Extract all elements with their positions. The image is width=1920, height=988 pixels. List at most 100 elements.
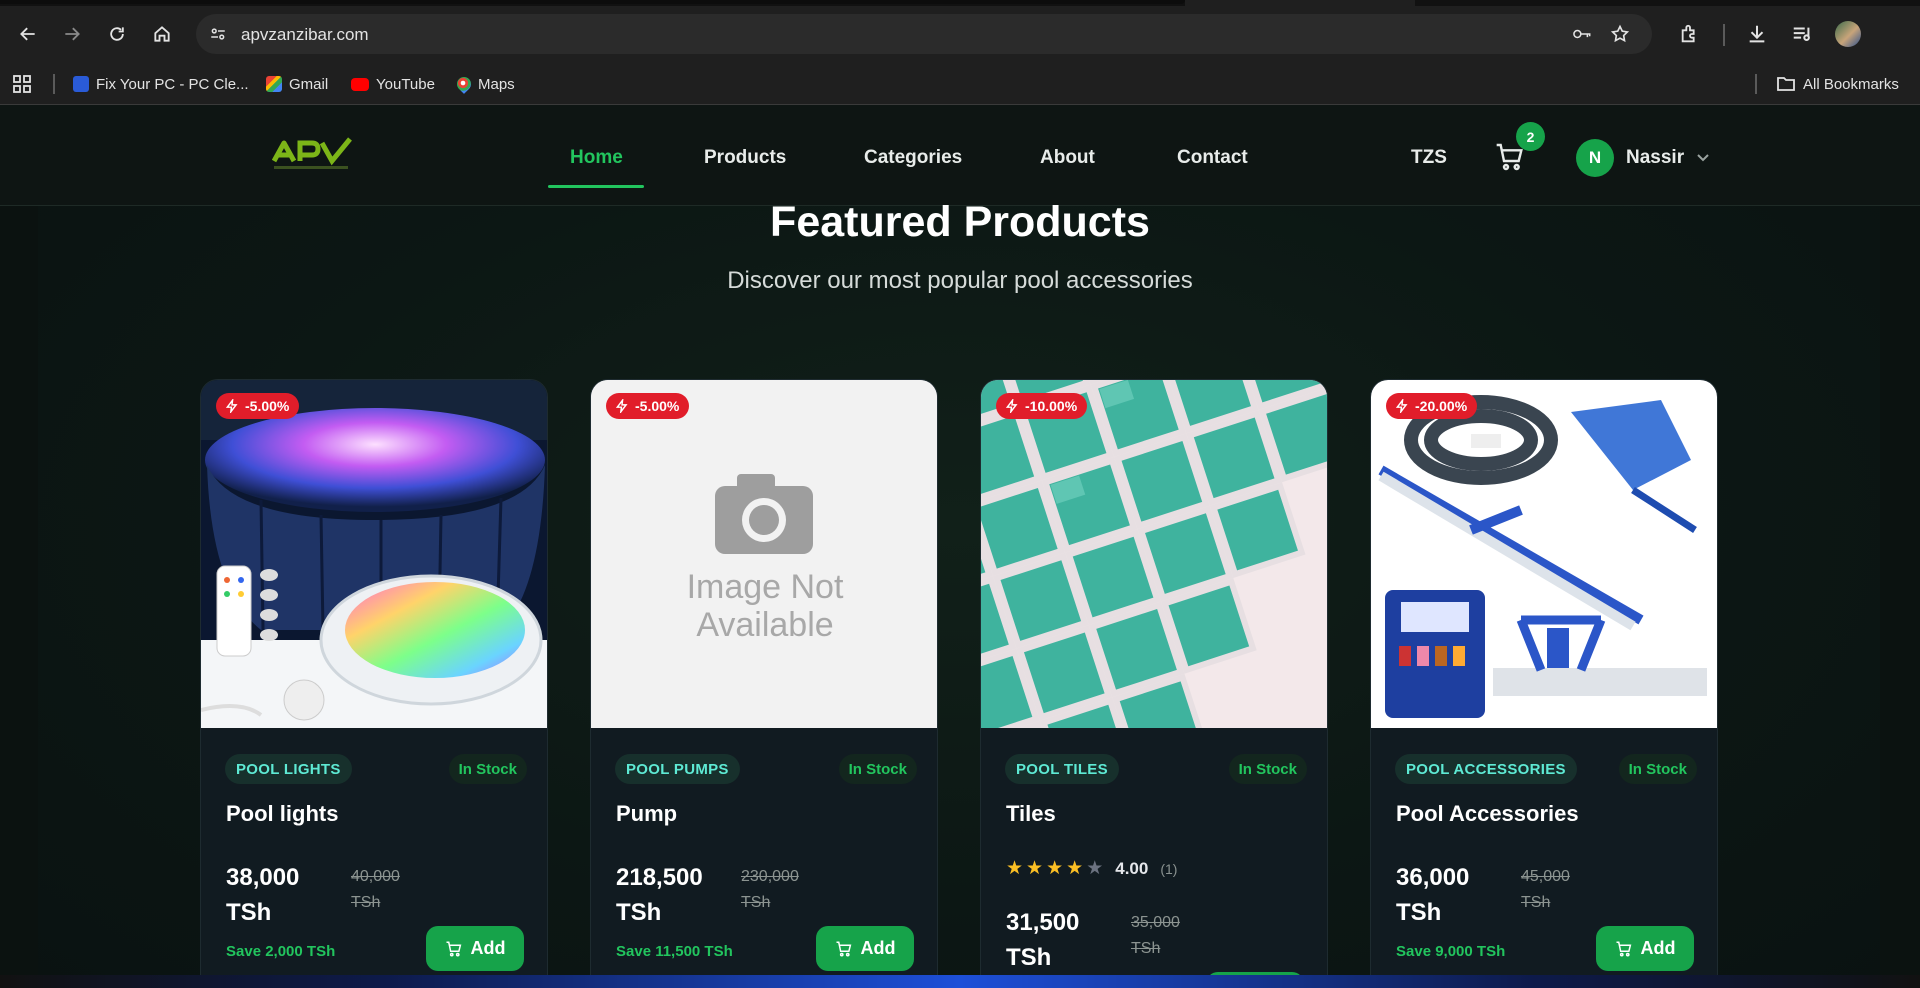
product-image[interactable]: Image Not Available -5.00% bbox=[591, 380, 937, 728]
price-unit: TSh bbox=[226, 899, 272, 926]
discount-badge: -5.00% bbox=[216, 393, 300, 419]
original-price: 40,000 TSh bbox=[351, 864, 400, 916]
star-empty-icon: ★ bbox=[1086, 858, 1104, 879]
bookmark-label: Fix Your PC - PC Cle... bbox=[96, 75, 249, 93]
original-price: 45,000 TSh bbox=[1521, 864, 1570, 916]
add-to-cart-button[interactable]: Add bbox=[426, 926, 524, 971]
old-price-unit: TSh bbox=[351, 894, 381, 911]
bookmark-fix-your-pc[interactable]: Fix Your PC - PC Cle... bbox=[73, 74, 249, 94]
browser-toolbar: apvzanzibar.com bbox=[0, 0, 1920, 69]
rating-count: (1) bbox=[1160, 860, 1178, 877]
bookmark-label: YouTube bbox=[376, 75, 435, 93]
product-name[interactable]: Pool lights bbox=[226, 801, 338, 827]
old-price-unit: TSh bbox=[741, 894, 771, 911]
bookmarks-divider bbox=[53, 74, 55, 94]
key-icon[interactable] bbox=[1572, 24, 1592, 44]
product-image[interactable]: -10.00% bbox=[981, 380, 1327, 728]
discount-text: -20.00% bbox=[1415, 398, 1468, 414]
lightning-icon bbox=[615, 399, 628, 413]
extensions-icon[interactable] bbox=[1677, 21, 1703, 47]
discount-text: -5.00% bbox=[635, 398, 680, 414]
category-chip[interactable]: POOL TILES bbox=[1005, 754, 1119, 784]
product-name[interactable]: Pump bbox=[616, 801, 677, 827]
profile-avatar[interactable] bbox=[1835, 21, 1861, 47]
folder-icon bbox=[1777, 77, 1795, 91]
forward-icon[interactable] bbox=[58, 20, 86, 48]
cart-icon bbox=[836, 941, 851, 956]
apps-grid-icon[interactable] bbox=[12, 74, 32, 94]
youtube-icon bbox=[351, 77, 369, 91]
address-bar[interactable]: apvzanzibar.com bbox=[196, 14, 1652, 54]
old-price-unit: TSh bbox=[1521, 894, 1551, 911]
placeholder-line-1: Image Not bbox=[686, 568, 844, 606]
add-to-cart-button[interactable]: Add bbox=[1596, 926, 1694, 971]
lightning-icon bbox=[225, 399, 238, 413]
price-amount: 38,000 bbox=[226, 864, 300, 891]
old-price-amount: 35,000 bbox=[1131, 914, 1180, 931]
currency-selector[interactable]: TZS bbox=[1411, 147, 1447, 169]
nav-products[interactable]: Products bbox=[704, 147, 786, 169]
product-card-pump[interactable]: Image Not Available -5.00% POOL PUMPS In… bbox=[590, 379, 938, 988]
chevron-down-icon bbox=[1696, 150, 1710, 166]
product-image[interactable]: -20.00% bbox=[1371, 380, 1717, 728]
user-name: Nassir bbox=[1626, 147, 1685, 168]
section-title: Featured Products bbox=[770, 198, 1150, 246]
old-price-unit: TSh bbox=[1131, 940, 1161, 957]
stock-status: In Stock bbox=[1618, 754, 1697, 784]
bookmark-youtube[interactable]: YouTube bbox=[351, 74, 435, 94]
home-icon[interactable] bbox=[148, 20, 176, 48]
download-icon[interactable] bbox=[1744, 21, 1770, 47]
reload-icon[interactable] bbox=[103, 20, 131, 48]
product-name[interactable]: Pool Accessories bbox=[1396, 801, 1579, 827]
all-bookmarks-label: All Bookmarks bbox=[1803, 75, 1899, 93]
gmail-icon bbox=[266, 76, 282, 92]
section-subtitle: Discover our most popular pool accessori… bbox=[727, 267, 1193, 294]
placeholder-line-2: Available bbox=[696, 606, 834, 644]
bookmark-label: Gmail bbox=[289, 75, 329, 93]
media-queue-icon[interactable] bbox=[1789, 21, 1815, 47]
lightning-icon bbox=[1005, 399, 1018, 413]
product-card-pool-accessories[interactable]: -20.00% POOL ACCESSORIES In Stock Pool A… bbox=[1370, 379, 1718, 988]
add-label: Add bbox=[1640, 938, 1676, 958]
discount-text: -5.00% bbox=[245, 398, 290, 414]
product-card-pool-lights[interactable]: -5.00% POOL LIGHTS In Stock Pool lights … bbox=[200, 379, 548, 988]
price-unit: TSh bbox=[1006, 944, 1052, 971]
url-text[interactable]: apvzanzibar.com bbox=[241, 25, 369, 45]
category-chip[interactable]: POOL ACCESSORIES bbox=[1395, 754, 1577, 784]
nav-contact[interactable]: Contact bbox=[1177, 147, 1248, 169]
bookmark-maps[interactable]: Maps bbox=[454, 74, 515, 94]
apv-logo[interactable] bbox=[271, 135, 352, 175]
product-price: 38,000 TSh bbox=[226, 860, 299, 930]
category-chip[interactable]: POOL PUMPS bbox=[615, 754, 740, 784]
product-image[interactable]: -5.00% bbox=[201, 380, 547, 728]
savings-text: Save 9,000 TSh bbox=[1396, 943, 1506, 960]
nav-categories[interactable]: Categories bbox=[864, 147, 962, 169]
stock-status: In Stock bbox=[448, 754, 527, 784]
back-icon[interactable] bbox=[14, 20, 42, 48]
site-info-icon[interactable] bbox=[208, 24, 228, 44]
bookmark-star-icon[interactable] bbox=[1610, 24, 1630, 44]
category-chip[interactable]: POOL LIGHTS bbox=[225, 754, 352, 784]
toolbar-divider bbox=[1723, 24, 1725, 46]
nav-active-indicator bbox=[548, 185, 644, 188]
user-menu[interactable]: N Nassir bbox=[1576, 139, 1710, 177]
star-icon: ★ bbox=[1026, 858, 1044, 879]
product-card-tiles[interactable]: -10.00% POOL TILES In Stock Tiles ★ ★ ★ … bbox=[980, 379, 1328, 988]
cart-count-badge: 2 bbox=[1516, 122, 1545, 151]
bookmark-gmail[interactable]: Gmail bbox=[266, 74, 328, 94]
original-price: 230,000 TSh bbox=[741, 864, 799, 916]
old-price-amount: 230,000 bbox=[741, 868, 799, 885]
nav-about[interactable]: About bbox=[1040, 147, 1095, 169]
cart-icon bbox=[1616, 941, 1631, 956]
product-rating: ★ ★ ★ ★ ★ 4.00 (1) bbox=[1006, 857, 1177, 880]
website: Home Products Categories About Contact T… bbox=[0, 105, 1920, 988]
add-to-cart-button[interactable]: Add bbox=[816, 926, 914, 971]
bookmark-label: Maps bbox=[478, 75, 515, 93]
shield-icon bbox=[73, 76, 89, 92]
nav-home[interactable]: Home bbox=[570, 147, 623, 169]
os-taskbar bbox=[0, 975, 1920, 988]
product-name[interactable]: Tiles bbox=[1006, 801, 1056, 827]
all-bookmarks[interactable]: All Bookmarks bbox=[1776, 74, 1899, 94]
savings-text: Save 2,000 TSh bbox=[226, 943, 336, 960]
product-price: 218,500 TSh bbox=[616, 860, 703, 930]
